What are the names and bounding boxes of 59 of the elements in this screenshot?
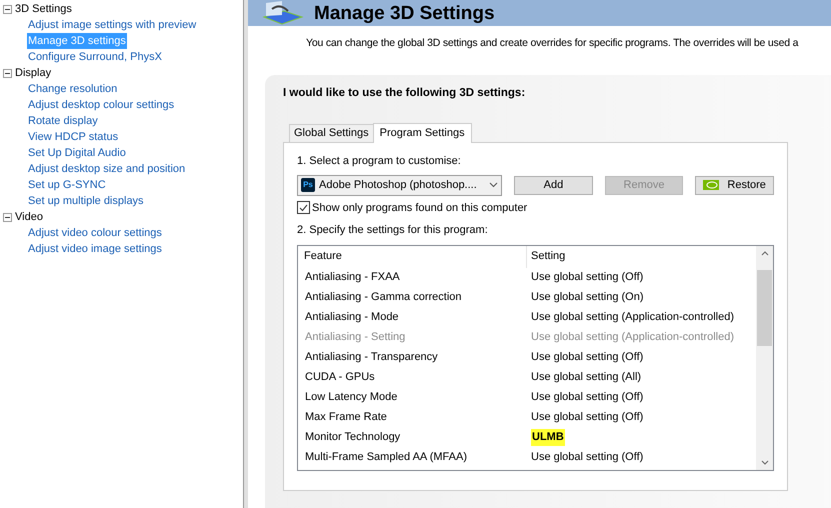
feature-cell[interactable]: Multi-Frame Sampled AA (MFAA) (298, 449, 527, 466)
feature-cell[interactable]: Antialiasing - FXAA (298, 269, 527, 286)
feature-cell[interactable]: CUDA - GPUs (298, 369, 527, 386)
feature-cell[interactable]: Antialiasing - Gamma correction (298, 289, 527, 306)
setting-cell[interactable]: Use global setting (Off) (527, 449, 644, 466)
column-header[interactable]: Setting (527, 248, 566, 265)
tree-item[interactable]: Configure Surround, PhysX (27, 48, 163, 66)
feature-cell[interactable]: Antialiasing - Mode (298, 309, 527, 326)
scrollbar-thumb[interactable] (757, 270, 772, 346)
page-title: Manage 3D Settings (314, 4, 495, 22)
tab[interactable]: Program Settings (372, 123, 472, 143)
column-header[interactable]: Feature (298, 246, 527, 268)
collapse-icon[interactable] (3, 212, 12, 222)
scrollbar[interactable] (756, 246, 773, 470)
feature-cell[interactable]: Monitor Technology (298, 429, 527, 446)
tree-item[interactable]: Change resolution (27, 80, 118, 98)
tree-item[interactable]: Adjust image settings with preview (27, 16, 198, 34)
feature-cell[interactable]: Antialiasing - Transparency (298, 349, 527, 366)
tree-group-label[interactable]: Video (15, 208, 43, 226)
tree-group-label[interactable]: Display (15, 64, 52, 82)
action-button[interactable]: Add (514, 176, 593, 194)
tree-item[interactable]: Adjust video colour settings (27, 224, 163, 242)
setting-cell[interactable]: Use global setting (All) (527, 369, 642, 386)
checkbox[interactable] (297, 201, 310, 214)
chevron-down-icon (489, 182, 498, 188)
step-label: 1. Select a program to customise: (297, 154, 462, 169)
dropdown-value: Adobe Photoshop (photoshop.... (319, 178, 478, 193)
scroll-down-icon[interactable] (760, 460, 768, 464)
scroll-up-icon[interactable] (760, 250, 768, 256)
tree-item[interactable]: Set Up Digital Audio (27, 144, 127, 162)
tree-item[interactable]: View HDCP status (27, 128, 120, 146)
tree-item[interactable]: Adjust desktop colour settings (27, 96, 176, 114)
panel-title: I would like to use the following 3D settings: (283, 86, 526, 101)
app-logo-icon: Ps (301, 178, 315, 192)
action-button[interactable]: Restore (695, 176, 774, 194)
setting-cell[interactable]: Use global setting (On) (527, 289, 644, 306)
feature-cell[interactable]: Low Latency Mode (298, 389, 527, 406)
setting-cell[interactable]: Use global setting (Off) (527, 349, 644, 366)
eye-logo-icon (703, 180, 720, 190)
step-label: 2. Specify the settings for this program: (297, 223, 489, 238)
tree-item[interactable]: Adjust video image settings (27, 240, 163, 258)
program-dropdown[interactable]: Ps Adobe Photoshop (photoshop.... (297, 174, 502, 196)
cube-icon (260, 1, 304, 25)
tree-item[interactable]: Set up multiple displays (27, 192, 145, 210)
tree-item[interactable]: Rotate display (27, 112, 99, 130)
setting-cell[interactable]: ULMB (531, 429, 565, 446)
tree-item[interactable]: Set up G-SYNC (27, 176, 107, 194)
setting-cell[interactable]: Use global setting (Application-controlled) (527, 309, 734, 326)
tree-group-label[interactable]: 3D Settings (15, 0, 72, 18)
collapse-icon[interactable] (3, 4, 12, 14)
setting-cell[interactable]: Use global setting (Off) (527, 409, 644, 426)
feature-cell[interactable]: Max Frame Rate (298, 409, 527, 426)
collapse-icon[interactable] (3, 68, 12, 78)
tab[interactable]: Global Settings (289, 124, 373, 142)
setting-cell[interactable]: Use global setting (Off) (527, 389, 644, 406)
description-text: You can change the global 3D settings and create overrides for specific programs. The overrides will be used a (305, 36, 800, 51)
tree-item[interactable]: Adjust desktop size and position (27, 160, 186, 178)
setting-cell[interactable]: Use global setting (Off) (527, 269, 644, 286)
checkbox-label[interactable]: Show only programs found on this computer (312, 200, 528, 216)
